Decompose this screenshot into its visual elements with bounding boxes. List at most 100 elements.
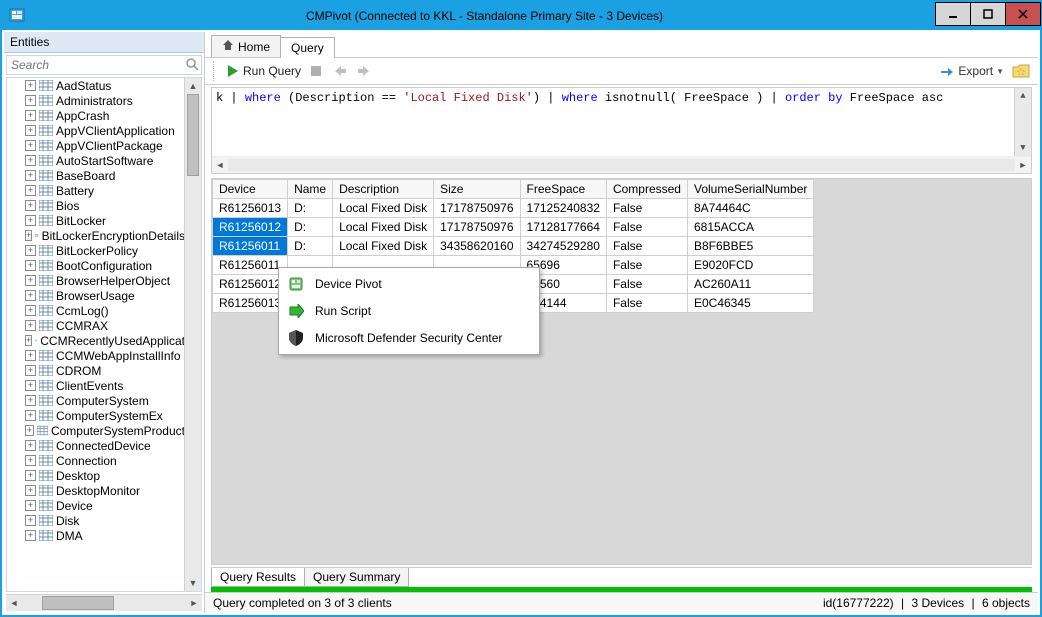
minimize-button[interactable] — [935, 2, 971, 26]
entity-item[interactable]: +CcmLog() — [7, 303, 185, 318]
tab-query[interactable]: Query — [280, 37, 335, 58]
entity-item[interactable]: +DesktopMonitor — [7, 483, 185, 498]
expand-icon[interactable]: + — [25, 95, 36, 106]
back-button[interactable] — [331, 62, 349, 80]
expand-icon[interactable]: + — [25, 335, 32, 346]
search-input[interactable] — [6, 55, 202, 75]
entity-item[interactable]: +Bios — [7, 198, 185, 213]
expand-icon[interactable]: + — [25, 515, 36, 526]
scroll-thumb[interactable] — [187, 94, 199, 176]
tree-vscroll[interactable]: ▲ ▼ — [184, 78, 201, 591]
export-button[interactable]: Export ▼ — [939, 64, 1004, 78]
menu-defender[interactable]: Microsoft Defender Security Center — [279, 324, 539, 352]
scroll-right-icon[interactable]: ► — [1015, 160, 1031, 170]
entity-item[interactable]: +Connection — [7, 453, 185, 468]
expand-icon[interactable]: + — [25, 155, 36, 166]
hscroll-thumb[interactable] — [42, 596, 114, 610]
query-text[interactable]: k | where (Description == 'Local Fixed D… — [212, 88, 1031, 156]
entity-item[interactable]: +Disk — [7, 513, 185, 528]
entity-item[interactable]: +AadStatus — [7, 78, 185, 93]
expand-icon[interactable]: + — [25, 470, 36, 481]
hscroll-track[interactable] — [228, 159, 1015, 171]
entity-item[interactable]: +ComputerSystemEx — [7, 408, 185, 423]
query-vscroll[interactable]: ▲ ▼ — [1014, 88, 1031, 156]
expand-icon[interactable]: + — [25, 290, 36, 301]
entity-item[interactable]: +Administrators — [7, 93, 185, 108]
run-query-button[interactable]: Run Query — [227, 64, 301, 78]
entity-item[interactable]: +Desktop — [7, 468, 185, 483]
expand-icon[interactable]: + — [25, 395, 36, 406]
table-row[interactable]: R61256013D:Local Fixed Disk1717875097617… — [213, 199, 814, 218]
expand-icon[interactable]: + — [25, 170, 36, 181]
stop-button[interactable] — [307, 62, 325, 80]
expand-icon[interactable]: + — [25, 230, 32, 241]
expand-icon[interactable]: + — [25, 380, 36, 391]
entity-item[interactable]: +CCMWebAppInstallInfo — [7, 348, 185, 363]
entity-item[interactable]: +Device — [7, 498, 185, 513]
entity-item[interactable]: +BaseBoard — [7, 168, 185, 183]
expand-icon[interactable]: + — [25, 215, 36, 226]
expand-icon[interactable]: + — [25, 410, 36, 421]
menu-run-script[interactable]: Run Script — [279, 298, 539, 324]
column-header[interactable]: Name — [288, 180, 333, 199]
entity-item[interactable]: +ConnectedDevice — [7, 438, 185, 453]
tree-hscroll[interactable]: ◄ ► — [6, 594, 202, 611]
column-header[interactable]: VolumeSerialNumber — [687, 180, 813, 199]
entity-item[interactable]: +CCMRAX — [7, 318, 185, 333]
expand-icon[interactable]: + — [25, 425, 34, 436]
column-header[interactable]: Description — [333, 180, 434, 199]
tab-query-summary[interactable]: Query Summary — [304, 568, 409, 587]
entity-item[interactable]: +ComputerSystem — [7, 393, 185, 408]
expand-icon[interactable]: + — [25, 245, 36, 256]
column-header[interactable]: Device — [213, 180, 288, 199]
scroll-left-icon[interactable]: ◄ — [212, 160, 228, 170]
entity-item[interactable]: +BootConfiguration — [7, 258, 185, 273]
expand-icon[interactable]: + — [25, 485, 36, 496]
table-row[interactable]: R61256012D:Local Fixed Disk1717875097617… — [213, 218, 814, 237]
scroll-up-icon[interactable]: ▲ — [185, 78, 201, 94]
column-header[interactable]: Compressed — [606, 180, 687, 199]
expand-icon[interactable]: + — [25, 80, 36, 91]
entity-item[interactable]: +BitLockerEncryptionDetails — [7, 228, 185, 243]
scroll-down-icon[interactable]: ▼ — [1015, 140, 1031, 156]
expand-icon[interactable]: + — [25, 530, 36, 541]
entity-item[interactable]: +AppVClientPackage — [7, 138, 185, 153]
expand-icon[interactable]: + — [25, 275, 36, 286]
tab-query-results[interactable]: Query Results — [211, 568, 305, 587]
column-header[interactable]: FreeSpace — [520, 180, 606, 199]
entity-item[interactable]: +ClientEvents — [7, 378, 185, 393]
entity-item[interactable]: +Battery — [7, 183, 185, 198]
table-row[interactable]: R61256011D:Local Fixed Disk3435862016034… — [213, 237, 814, 256]
column-header[interactable]: Size — [434, 180, 520, 199]
entity-item[interactable]: +CCMRecentlyUsedApplicat — [7, 333, 185, 348]
expand-icon[interactable]: + — [25, 305, 36, 316]
expand-icon[interactable]: + — [25, 140, 36, 151]
expand-icon[interactable]: + — [25, 125, 36, 136]
expand-icon[interactable]: + — [25, 260, 36, 271]
tab-home[interactable]: Home — [211, 35, 281, 57]
expand-icon[interactable]: + — [25, 200, 36, 211]
close-button[interactable] — [1005, 2, 1041, 26]
entity-item[interactable]: +AppCrash — [7, 108, 185, 123]
scroll-down-icon[interactable]: ▼ — [185, 575, 201, 591]
expand-icon[interactable]: + — [25, 110, 36, 121]
entity-item[interactable]: +BitLocker — [7, 213, 185, 228]
entity-item[interactable]: +AutoStartSoftware — [7, 153, 185, 168]
maximize-button[interactable] — [970, 2, 1006, 26]
favorites-button[interactable] — [1010, 62, 1032, 80]
entity-item[interactable]: +BrowserHelperObject — [7, 273, 185, 288]
expand-icon[interactable]: + — [25, 320, 36, 331]
menu-device-pivot[interactable]: Device Pivot — [279, 270, 539, 298]
query-hscroll[interactable]: ◄ ► — [212, 156, 1031, 173]
expand-icon[interactable]: + — [25, 500, 36, 511]
entity-item[interactable]: +CDROM — [7, 363, 185, 378]
expand-icon[interactable]: + — [25, 440, 36, 451]
expand-icon[interactable]: + — [25, 455, 36, 466]
scroll-up-icon[interactable]: ▲ — [1015, 88, 1031, 104]
entity-item[interactable]: +DMA — [7, 528, 185, 543]
entity-item[interactable]: +ComputerSystemProduct — [7, 423, 185, 438]
entity-item[interactable]: +BrowserUsage — [7, 288, 185, 303]
expand-icon[interactable]: + — [25, 350, 36, 361]
forward-button[interactable] — [355, 62, 373, 80]
entity-item[interactable]: +AppVClientApplication — [7, 123, 185, 138]
